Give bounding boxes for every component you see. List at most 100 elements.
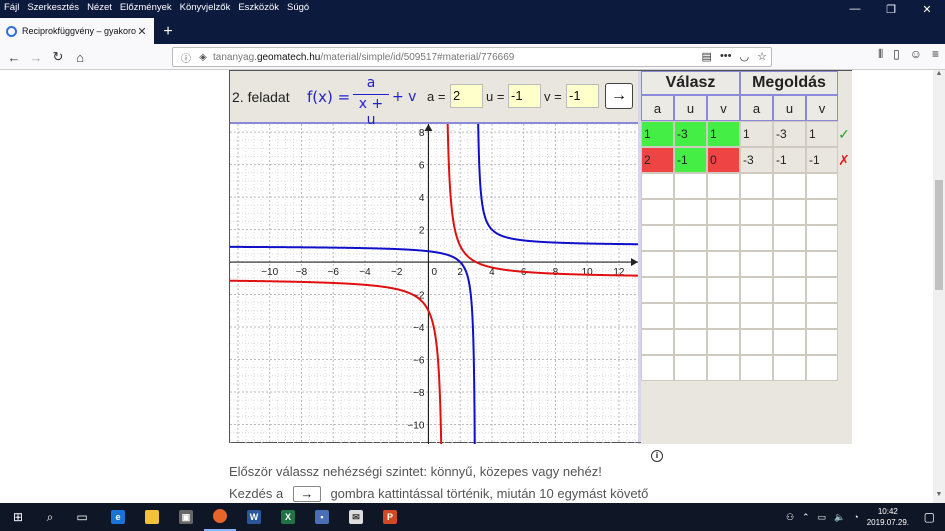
more-actions-icon[interactable]: ••• — [720, 50, 732, 63]
table-cell-solution-a — [740, 355, 773, 381]
mail-icon[interactable]: ✉ — [340, 503, 372, 531]
table-cell-solution-a — [740, 303, 773, 329]
bookmark-star-icon[interactable]: ☆ — [757, 50, 767, 63]
active-tab[interactable]: Reciprokfüggvény – gyakorolta ✕ — [0, 18, 154, 44]
table-cell-a[interactable] — [641, 303, 674, 329]
save-disk-icon[interactable]: ▪ — [306, 503, 338, 531]
new-tab-icon[interactable]: + — [158, 22, 178, 42]
firefox-icon[interactable] — [204, 503, 236, 531]
table-cell-a[interactable] — [641, 251, 674, 277]
table-cell-v[interactable]: 0 — [707, 147, 740, 173]
table-cell-solution-v: 1 — [806, 121, 838, 147]
network-icon[interactable]: ▭ — [818, 512, 827, 523]
scroll-up-icon[interactable]: ▲ — [933, 70, 945, 82]
table-cell-u[interactable]: -3 — [674, 121, 707, 147]
notification-icon[interactable]: ▢ — [924, 510, 935, 524]
table-cell-v[interactable] — [707, 173, 740, 199]
tray-expand-icon[interactable]: ⌃ — [802, 512, 810, 523]
go-button[interactable]: → — [605, 83, 633, 109]
word-icon[interactable]: W — [238, 503, 270, 531]
table-cell-a[interactable]: 1 — [641, 121, 674, 147]
pocket-icon[interactable]: ◡ — [740, 50, 750, 63]
reader-view-icon[interactable]: ▤ — [702, 50, 712, 63]
table-cell-u[interactable] — [674, 355, 707, 381]
edge-icon[interactable]: e — [102, 503, 134, 531]
table-cell-a[interactable] — [641, 173, 674, 199]
menu-view[interactable]: Nézet — [83, 2, 116, 13]
table-cell-a[interactable]: 2 — [641, 147, 674, 173]
table-cell-a[interactable] — [641, 277, 674, 303]
windows-start-icon[interactable]: ⊞ — [2, 503, 34, 531]
a-input[interactable]: 2 — [450, 84, 483, 108]
page-scrollbar[interactable]: ▲ ▼ — [933, 70, 945, 503]
info-icon[interactable]: ⓘ — [179, 50, 193, 65]
table-cell-v[interactable] — [707, 225, 740, 251]
menu-tools[interactable]: Eszközök — [234, 2, 283, 13]
table-cell-u[interactable]: -1 — [674, 147, 707, 173]
inline-arrow-icon: → — [292, 486, 321, 502]
reload-icon[interactable]: ↻ — [48, 47, 68, 67]
forward-icon[interactable]: → — [26, 47, 46, 67]
sidebar-icon[interactable]: ▯ — [893, 47, 900, 62]
info-icon[interactable]: i — [651, 450, 663, 462]
table-cell-a[interactable] — [641, 355, 674, 381]
clock-time: 10:42 — [877, 507, 898, 516]
menu-history[interactable]: Előzmények — [116, 2, 176, 13]
geogebra-favicon-icon — [6, 25, 17, 37]
subheader-v: v — [707, 95, 740, 121]
people-icon[interactable]: ⚇ — [786, 512, 794, 523]
v-input[interactable]: -1 — [566, 84, 599, 108]
shield-icon[interactable]: ◈ — [196, 52, 210, 63]
table-cell-v[interactable] — [707, 277, 740, 303]
table-cell-u[interactable] — [674, 329, 707, 355]
table-cell-v[interactable] — [707, 251, 740, 277]
volume-icon[interactable]: 🔈 — [834, 512, 845, 523]
tab-title: Reciprokfüggvény – gyakorolta — [22, 26, 136, 36]
library-icon[interactable]: ⫴ — [878, 47, 883, 62]
table-cell-u[interactable] — [674, 173, 707, 199]
table-cell-a[interactable] — [641, 329, 674, 355]
url-bar[interactable]: ⓘ ◈ tananyag. geomatech.hu/material/simpl… — [172, 47, 772, 67]
table-cell-solution-v — [806, 355, 838, 381]
table-cell-v[interactable] — [707, 303, 740, 329]
graph-svg[interactable]: −10 −8 −6 −4 −2 0 2 4 6 8 10 128642−2−4−6−8−10 — [230, 124, 638, 444]
table-cell-v[interactable] — [707, 199, 740, 225]
table-cell-u[interactable] — [674, 303, 707, 329]
graph-view[interactable]: −10 −8 −6 −4 −2 0 2 4 6 8 10 12 8 6 4 2 −2 −4 −6 −8 −10 — [230, 124, 638, 444]
file-explorer-icon[interactable] — [136, 503, 168, 531]
table-cell-a[interactable] — [641, 199, 674, 225]
menu-file[interactable]: Fájl — [0, 2, 23, 13]
scroll-thumb[interactable] — [935, 180, 943, 290]
y-tick-label: 8 — [419, 128, 425, 139]
table-cell-a[interactable] — [641, 225, 674, 251]
powerpoint-icon[interactable]: P — [374, 503, 406, 531]
clock[interactable]: 10:42 2019.07.29. — [867, 506, 909, 528]
table-cell-v[interactable]: 1 — [707, 121, 740, 147]
table-cell-v[interactable] — [707, 329, 740, 355]
instruction-line-2: Kezdés a → gombra kattintással történik,… — [229, 486, 648, 502]
table-cell-solution-a — [740, 199, 773, 225]
table-cell-v[interactable] — [707, 355, 740, 381]
menu-edit[interactable]: Szerkesztés — [23, 2, 83, 13]
wifi-icon[interactable]: ◔ — [853, 512, 858, 522]
search-icon[interactable]: ⌕ — [34, 503, 66, 531]
account-icon[interactable]: ☺ — [910, 47, 922, 62]
windows-taskbar: ⊞ ⌕ ▭ e ▣ W X ▪ ✉ P ⚇ ⌃ ▭ 🔈 ◔ 10:42 2019… — [0, 503, 945, 531]
table-cell-u[interactable] — [674, 251, 707, 277]
table-cell-solution-a — [740, 251, 773, 277]
table-cell-u[interactable] — [674, 277, 707, 303]
store-icon[interactable]: ▣ — [170, 503, 202, 531]
scroll-down-icon[interactable]: ▼ — [933, 491, 945, 503]
menu-help[interactable]: Súgó — [283, 2, 313, 13]
hamburger-menu-icon[interactable]: ≡ — [932, 47, 939, 62]
table-cell-u[interactable] — [674, 225, 707, 251]
back-icon[interactable]: ← — [4, 47, 24, 67]
function-curve-blue — [477, 124, 638, 246]
u-input[interactable]: -1 — [508, 84, 541, 108]
excel-icon[interactable]: X — [272, 503, 304, 531]
table-cell-u[interactable] — [674, 199, 707, 225]
close-tab-icon[interactable]: ✕ — [136, 25, 148, 38]
menu-bookmarks[interactable]: Könyvjelzők — [176, 2, 235, 13]
task-view-icon[interactable]: ▭ — [66, 503, 98, 531]
home-icon[interactable]: ⌂ — [70, 47, 90, 67]
